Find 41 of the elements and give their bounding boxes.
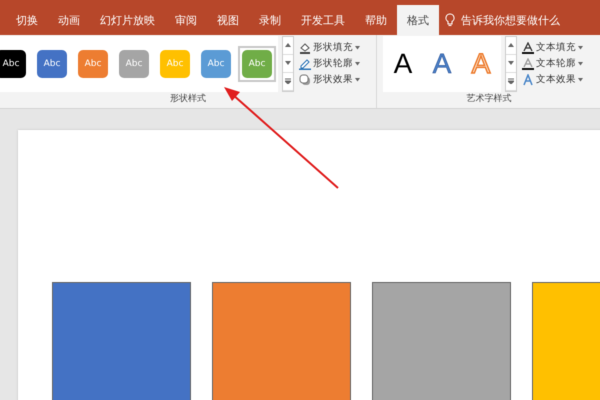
caret-icon bbox=[578, 62, 583, 66]
wordart-style[interactable]: A bbox=[385, 48, 421, 80]
ribbon-menu-button[interactable]: 文本效果 bbox=[522, 73, 583, 86]
caret-icon bbox=[355, 46, 360, 50]
ribbon-tab[interactable]: 切换 bbox=[6, 5, 48, 35]
caret-icon bbox=[355, 78, 360, 82]
gallery-scrollbar[interactable] bbox=[282, 36, 294, 92]
caret-icon bbox=[578, 78, 583, 82]
paint-bucket-icon bbox=[299, 42, 311, 54]
ribbon-tab[interactable]: 动画 bbox=[48, 5, 90, 35]
scroll-up-icon[interactable] bbox=[508, 42, 514, 48]
lightbulb-icon bbox=[445, 13, 455, 27]
caret-icon bbox=[578, 46, 583, 50]
letter-a-icon bbox=[522, 58, 534, 70]
gallery-scrollbar[interactable] bbox=[505, 36, 517, 92]
ribbon-menu-button[interactable]: 文本填充 bbox=[522, 41, 583, 54]
ribbon-menu-button[interactable]: 形状填充 bbox=[299, 41, 360, 54]
ribbon-tab[interactable]: 审阅 bbox=[165, 5, 207, 35]
group-label: 形状样式 bbox=[169, 92, 207, 106]
ribbon-menu-button[interactable]: 形状效果 bbox=[299, 73, 360, 86]
ribbon-menu-button[interactable]: 文本轮廓 bbox=[522, 57, 583, 70]
ribbon-tab[interactable]: 开发工具 bbox=[291, 5, 355, 35]
ribbon-tab[interactable]: 视图 bbox=[207, 5, 249, 35]
scroll-down-icon[interactable] bbox=[508, 60, 514, 66]
shape-effect-icon bbox=[299, 74, 311, 86]
ribbon-menu-button[interactable]: 形状轮廓 bbox=[299, 57, 360, 70]
expand-gallery-icon[interactable] bbox=[508, 78, 514, 84]
ribbon-tab[interactable]: 格式 bbox=[397, 5, 439, 35]
letter-a-icon bbox=[522, 74, 534, 86]
scroll-down-icon[interactable] bbox=[285, 60, 291, 66]
scroll-up-icon[interactable] bbox=[285, 42, 291, 48]
expand-gallery-icon[interactable] bbox=[285, 78, 291, 84]
ribbon-tab[interactable]: 帮助 bbox=[355, 5, 397, 35]
ribbon-tab[interactable]: 录制 bbox=[249, 5, 291, 35]
tell-me-search[interactable]: 告诉我你想要做什么 bbox=[461, 12, 560, 28]
ribbon-tab[interactable]: 幻灯片放映 bbox=[90, 5, 165, 35]
pencil-icon bbox=[299, 58, 311, 70]
caret-icon bbox=[355, 62, 360, 66]
group-label: 艺术字样式 bbox=[466, 92, 512, 106]
letter-a-icon bbox=[522, 42, 534, 54]
wordart-style[interactable]: A bbox=[424, 48, 460, 80]
